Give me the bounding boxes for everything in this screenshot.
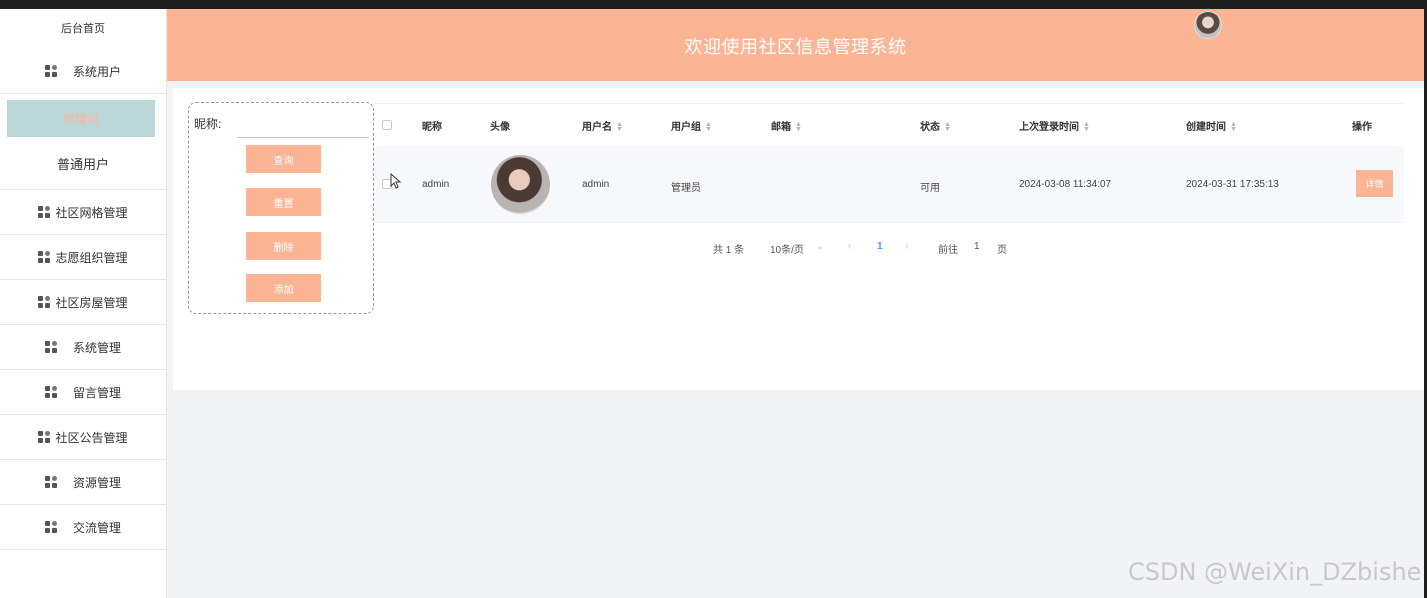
col-label: 邮箱 xyxy=(771,122,791,133)
sidebar-item-label: 社区房屋管理 xyxy=(55,295,128,310)
col-username[interactable]: 用户名 ▲ ▼ xyxy=(582,118,623,133)
add-button[interactable]: 添加 xyxy=(246,274,321,302)
sidebar-item-label: 交流管理 xyxy=(72,520,121,535)
col-nickname: 昵称 xyxy=(422,122,442,133)
cell-group: 管理员 xyxy=(671,183,701,194)
nickname-label: 昵称: xyxy=(194,117,222,131)
col-email[interactable]: 邮箱 ▲ ▼ xyxy=(771,118,802,133)
col-last-login[interactable]: 上次登录时间 ▲ ▼ xyxy=(1019,118,1090,133)
query-button[interactable]: 查询 xyxy=(246,145,321,173)
window-top-strip xyxy=(0,0,1427,9)
sidebar-item-label: 志愿组织管理 xyxy=(55,250,128,265)
sidebar-item-label: 系统管理 xyxy=(72,340,121,355)
grid-icon xyxy=(38,251,52,263)
grid-icon xyxy=(38,206,52,218)
next-page-icon[interactable]: › xyxy=(905,241,908,252)
col-label: 上次登录时间 xyxy=(1019,122,1079,133)
table-header: 昵称 头像 用户名 ▲ ▼ 用户组 ▲ ▼ 邮箱 ▲ ▼ 状态 ▲ ▼ 上次登录时间 ▲ ▼ 创建时… xyxy=(374,103,1404,146)
cell-nickname: admin xyxy=(422,179,450,190)
page-title: 欢迎使用社区信息管理系统 xyxy=(684,37,907,57)
col-label: 用户组 xyxy=(671,122,701,133)
sidebar-item-system-users[interactable]: 系统用户 xyxy=(0,49,166,94)
sidebar-item-housing[interactable]: 社区房屋管理 xyxy=(0,280,166,325)
col-label: 用户名 xyxy=(582,122,612,133)
col-created[interactable]: 创建时间 ▲ ▼ xyxy=(1186,118,1237,133)
sidebar-subitem-admin[interactable]: 管理员 xyxy=(7,100,155,137)
row-avatar-image xyxy=(491,155,550,214)
sidebar-item-announcements[interactable]: 社区公告管理 xyxy=(0,415,166,460)
grid-icon xyxy=(38,431,52,443)
sort-icon: ▲ ▼ xyxy=(944,121,951,134)
goto-label: 前往 xyxy=(938,245,958,256)
sidebar-item-label: 资源管理 xyxy=(72,475,121,490)
cell-status: 可用 xyxy=(920,183,940,194)
cell-last-login: 2024-03-08 11:34:07 xyxy=(1019,179,1112,190)
sidebar-item-label: 社区网格管理 xyxy=(55,205,128,220)
cell-username: admin xyxy=(582,179,610,190)
page-suffix: 页 xyxy=(997,245,1007,256)
prev-page-icon[interactable]: ‹ xyxy=(848,241,851,252)
current-page[interactable]: 1 xyxy=(877,241,883,252)
col-label: 创建时间 xyxy=(1186,122,1226,133)
cell-created: 2024-03-31 17:35:13 xyxy=(1186,179,1279,190)
header: 欢迎使用社区信息管理系统 xyxy=(167,9,1424,81)
sidebar: 后台首页 系统用户 管理员 普通用户 社区网格管理 志愿组织管理 社区房屋管理 … xyxy=(0,9,167,598)
reset-button[interactable]: 重置 xyxy=(246,188,321,216)
nickname-input[interactable] xyxy=(237,112,369,138)
grid-icon xyxy=(38,296,52,308)
sort-icon: ▲ ▼ xyxy=(1230,121,1237,134)
sidebar-item-label: 系统用户 xyxy=(72,64,121,79)
sidebar-item-label: 留言管理 xyxy=(72,385,121,400)
grid-icon xyxy=(44,476,59,488)
sort-icon: ▲ ▼ xyxy=(1083,121,1090,134)
col-label: 状态 xyxy=(920,122,940,133)
sidebar-subitem-normal-user[interactable]: 普通用户 xyxy=(0,137,166,190)
col-group[interactable]: 用户组 ▲ ▼ xyxy=(671,118,712,133)
sidebar-item-resources[interactable]: 资源管理 xyxy=(0,460,166,505)
sort-icon: ▲ ▼ xyxy=(616,121,623,134)
col-action: 操作 xyxy=(1352,122,1372,133)
sidebar-item-messages[interactable]: 留言管理 xyxy=(0,370,166,415)
sort-icon: ▲ ▼ xyxy=(795,121,802,134)
grid-icon xyxy=(44,65,59,77)
pagination-total: 共 1 条 xyxy=(713,245,745,256)
delete-button[interactable]: 删除 xyxy=(246,232,321,260)
col-status[interactable]: 状态 ▲ ▼ xyxy=(920,118,951,133)
sidebar-item-volunteer[interactable]: 志愿组织管理 xyxy=(0,235,166,280)
sidebar-item-system[interactable]: 系统管理 xyxy=(0,325,166,370)
sidebar-item-label: 社区公告管理 xyxy=(55,430,128,445)
watermark: CSDN @WeiXin_DZbishe xyxy=(1128,558,1422,586)
page-size-chevron-down-icon[interactable]: ⌄ xyxy=(816,241,824,252)
sidebar-home[interactable]: 后台首页 xyxy=(0,9,166,49)
table-row: admin admin 管理员 可用 2024-03-08 11:34:07 2… xyxy=(374,146,1404,223)
sidebar-item-grid[interactable]: 社区网格管理 xyxy=(0,190,166,235)
mouse-cursor-icon xyxy=(390,173,402,189)
page-size-select[interactable]: 10条/页 xyxy=(770,241,804,256)
select-all-checkbox[interactable] xyxy=(382,120,392,130)
grid-icon xyxy=(44,341,59,353)
grid-icon xyxy=(44,521,59,533)
sidebar-item-exchange[interactable]: 交流管理 xyxy=(0,505,166,550)
grid-icon xyxy=(44,386,59,398)
search-panel: 昵称: 查询 重置 删除 添加 xyxy=(188,102,374,314)
col-avatar: 头像 xyxy=(490,122,510,133)
sort-icon: ▲ ▼ xyxy=(705,121,712,134)
user-avatar[interactable] xyxy=(1194,11,1222,39)
goto-page-input[interactable]: 1 xyxy=(974,241,980,252)
detail-button[interactable]: 详情 xyxy=(1356,170,1393,197)
